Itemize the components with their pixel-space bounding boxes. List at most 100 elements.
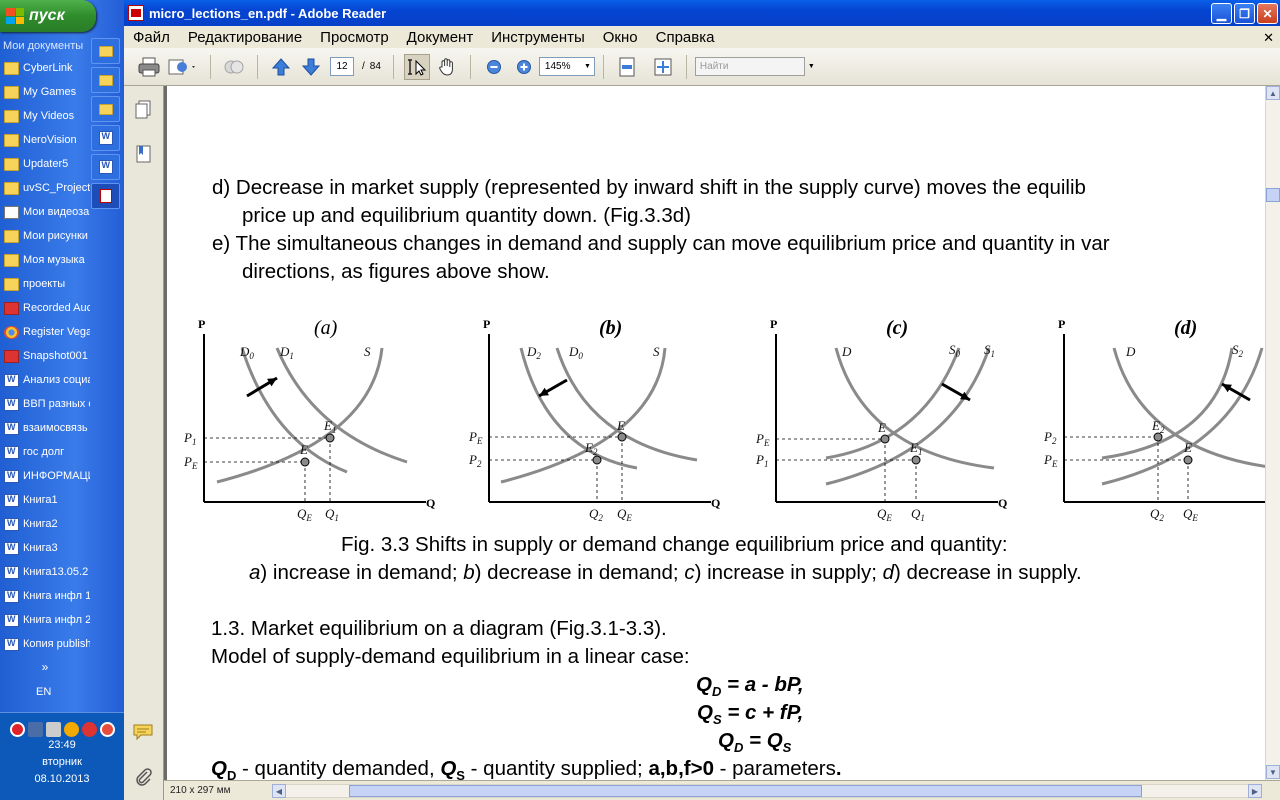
word-task-button[interactable]	[91, 125, 120, 151]
menu-tools[interactable]: Инструменты	[482, 29, 594, 46]
close-button[interactable]: ✕	[1257, 3, 1278, 24]
desktop-list-item[interactable]: Анализ социа	[0, 368, 90, 392]
menu-window[interactable]: Окно	[594, 29, 647, 46]
desktop-list-item[interactable]: NeroVision	[0, 128, 90, 152]
quantity-label: QE	[877, 506, 892, 523]
share-icon	[224, 60, 244, 73]
antivirus-tray-icon[interactable]	[63, 722, 79, 737]
language-indicator[interactable]: EN	[36, 686, 51, 698]
desktop-list-item-label: Мои рисунки	[23, 230, 88, 242]
zoom-in-button[interactable]	[511, 54, 537, 80]
desktop-list-item[interactable]: My Videos	[0, 104, 90, 128]
menu-help[interactable]: Справка	[647, 29, 724, 46]
desktop-list-item[interactable]: Snapshot001	[0, 344, 90, 368]
eq2-rhs: = c + fP,	[721, 701, 804, 724]
desktop-list-item[interactable]: Recorded Auc	[0, 296, 90, 320]
window-titlebar[interactable]: micro_lections_en.pdf - Adobe Reader ▁ ❐…	[124, 0, 1280, 26]
window-title: micro_lections_en.pdf - Adobe Reader	[149, 5, 387, 21]
folder-icon	[98, 103, 113, 115]
previous-page-button[interactable]	[268, 54, 294, 80]
horizontal-scrollbar[interactable]: ◀ ▶	[272, 784, 1262, 798]
desktop-list-item[interactable]: ИНФОРМАЦИ	[0, 464, 90, 488]
my-documents-list: Мои документы CyberLink My Games My Videos…	[0, 40, 90, 674]
curve-label: D2	[526, 344, 541, 361]
word-doc-icon	[4, 445, 19, 459]
folder-task-button[interactable]	[91, 38, 120, 64]
eq1-sub: D	[711, 684, 722, 700]
zoom-level-select[interactable]: 145% ▼	[538, 57, 595, 76]
vertical-scrollbar[interactable]: ▲ ▼	[1265, 86, 1280, 780]
remove-hardware-tray-icon[interactable]	[99, 722, 115, 737]
update-tray-icon[interactable]	[81, 722, 97, 737]
network-tray-icon[interactable]	[27, 722, 43, 737]
menu-edit[interactable]: Редактирование	[179, 29, 311, 46]
zoom-out-button[interactable]	[481, 54, 507, 80]
scroll-right-button[interactable]: ▶	[1248, 784, 1262, 798]
desktop-list-item[interactable]: Книга2	[0, 512, 90, 536]
desktop-list-item[interactable]: Мои видеоза	[0, 200, 90, 224]
find-dropdown-icon[interactable]: ▼	[808, 63, 815, 70]
desktop-list-item[interactable]: Мои рисунки	[0, 224, 90, 248]
share-button[interactable]	[221, 54, 247, 80]
comments-panel-button[interactable]	[132, 720, 154, 744]
horizontal-scroll-thumb[interactable]	[349, 785, 1142, 797]
desktop-list-item[interactable]: проекты	[0, 272, 90, 296]
desktop-list-item[interactable]: Книга инфл 1	[0, 584, 90, 608]
desktop-list-item-label: Recorded Auc	[23, 302, 90, 314]
fit-page-button[interactable]	[614, 54, 640, 80]
scroll-down-button[interactable]: ▼	[1266, 765, 1280, 779]
next-page-button[interactable]	[298, 54, 324, 80]
desktop-list-item[interactable]: взаимосвязь	[0, 416, 90, 440]
desktop-list-item[interactable]: My Games	[0, 80, 90, 104]
page-number-input[interactable]: 12	[330, 57, 354, 76]
word-task-button[interactable]	[91, 154, 120, 180]
maximize-button[interactable]: ❐	[1234, 3, 1255, 24]
find-input[interactable]: Найти	[694, 57, 805, 76]
clock-time[interactable]: 23:49	[0, 737, 124, 754]
desktop-list-item[interactable]: Моя музыка	[0, 248, 90, 272]
minimize-button[interactable]: ▁	[1211, 3, 1232, 24]
scroll-up-button[interactable]: ▲	[1266, 86, 1280, 100]
desktop-list-item[interactable]: uvSC_Project	[0, 176, 90, 200]
desktop-list-item[interactable]: Register Vega	[0, 320, 90, 344]
fit-width-button[interactable]	[650, 54, 676, 80]
more-chevron-icon[interactable]: »	[0, 660, 90, 674]
bookmarks-panel-button[interactable]	[132, 142, 154, 166]
desktop-list-item[interactable]: Updater5	[0, 152, 90, 176]
pages-panel-button[interactable]	[132, 98, 154, 122]
fit-page-icon	[619, 57, 635, 76]
document-page[interactable]: d) Decrease in market supply (represente…	[167, 86, 1265, 780]
menu-file[interactable]: Файл	[124, 29, 179, 46]
desktop-list-item[interactable]: CyberLink	[0, 56, 90, 80]
print-button[interactable]	[136, 54, 162, 80]
folder-icon	[4, 277, 19, 291]
equilibrium-point	[880, 434, 890, 444]
desktop-list-item[interactable]: Книга13.05.2	[0, 560, 90, 584]
attachments-panel-button[interactable]	[132, 764, 154, 788]
pdf-task-button[interactable]	[91, 183, 120, 209]
desktop-list-item[interactable]: ВВП разных с	[0, 392, 90, 416]
menu-close-icon[interactable]: ✕	[1263, 30, 1274, 46]
desktop-list-item-label: Книга2	[23, 518, 58, 530]
select-tool-button[interactable]	[403, 53, 430, 80]
panel-title: (c)	[886, 317, 908, 339]
speaker-tray-icon[interactable]	[45, 722, 61, 737]
desktop-list-item[interactable]: Книга1	[0, 488, 90, 512]
scroll-left-button[interactable]: ◀	[272, 784, 286, 798]
folder-task-button[interactable]	[91, 67, 120, 93]
vertical-scroll-thumb[interactable]	[1266, 188, 1280, 202]
desktop-list-item[interactable]: Копия publish	[0, 632, 90, 656]
collaborate-button[interactable]	[166, 54, 200, 80]
folder-task-button[interactable]	[91, 96, 120, 122]
menu-view[interactable]: Просмотр	[311, 29, 398, 46]
opera-tray-icon[interactable]	[9, 722, 25, 737]
windows-logo-icon	[6, 8, 24, 24]
start-button[interactable]: пуск	[0, 0, 96, 32]
menu-document[interactable]: Документ	[398, 29, 483, 46]
hand-tool-button[interactable]	[434, 54, 460, 80]
equilibrium-point	[300, 457, 310, 467]
desktop-list-item[interactable]: гос долг	[0, 440, 90, 464]
desktop-list-item[interactable]: Книга инфл 2	[0, 608, 90, 632]
desktop-list-item-label: Анализ социа	[23, 374, 90, 386]
desktop-list-item[interactable]: Книга3	[0, 536, 90, 560]
